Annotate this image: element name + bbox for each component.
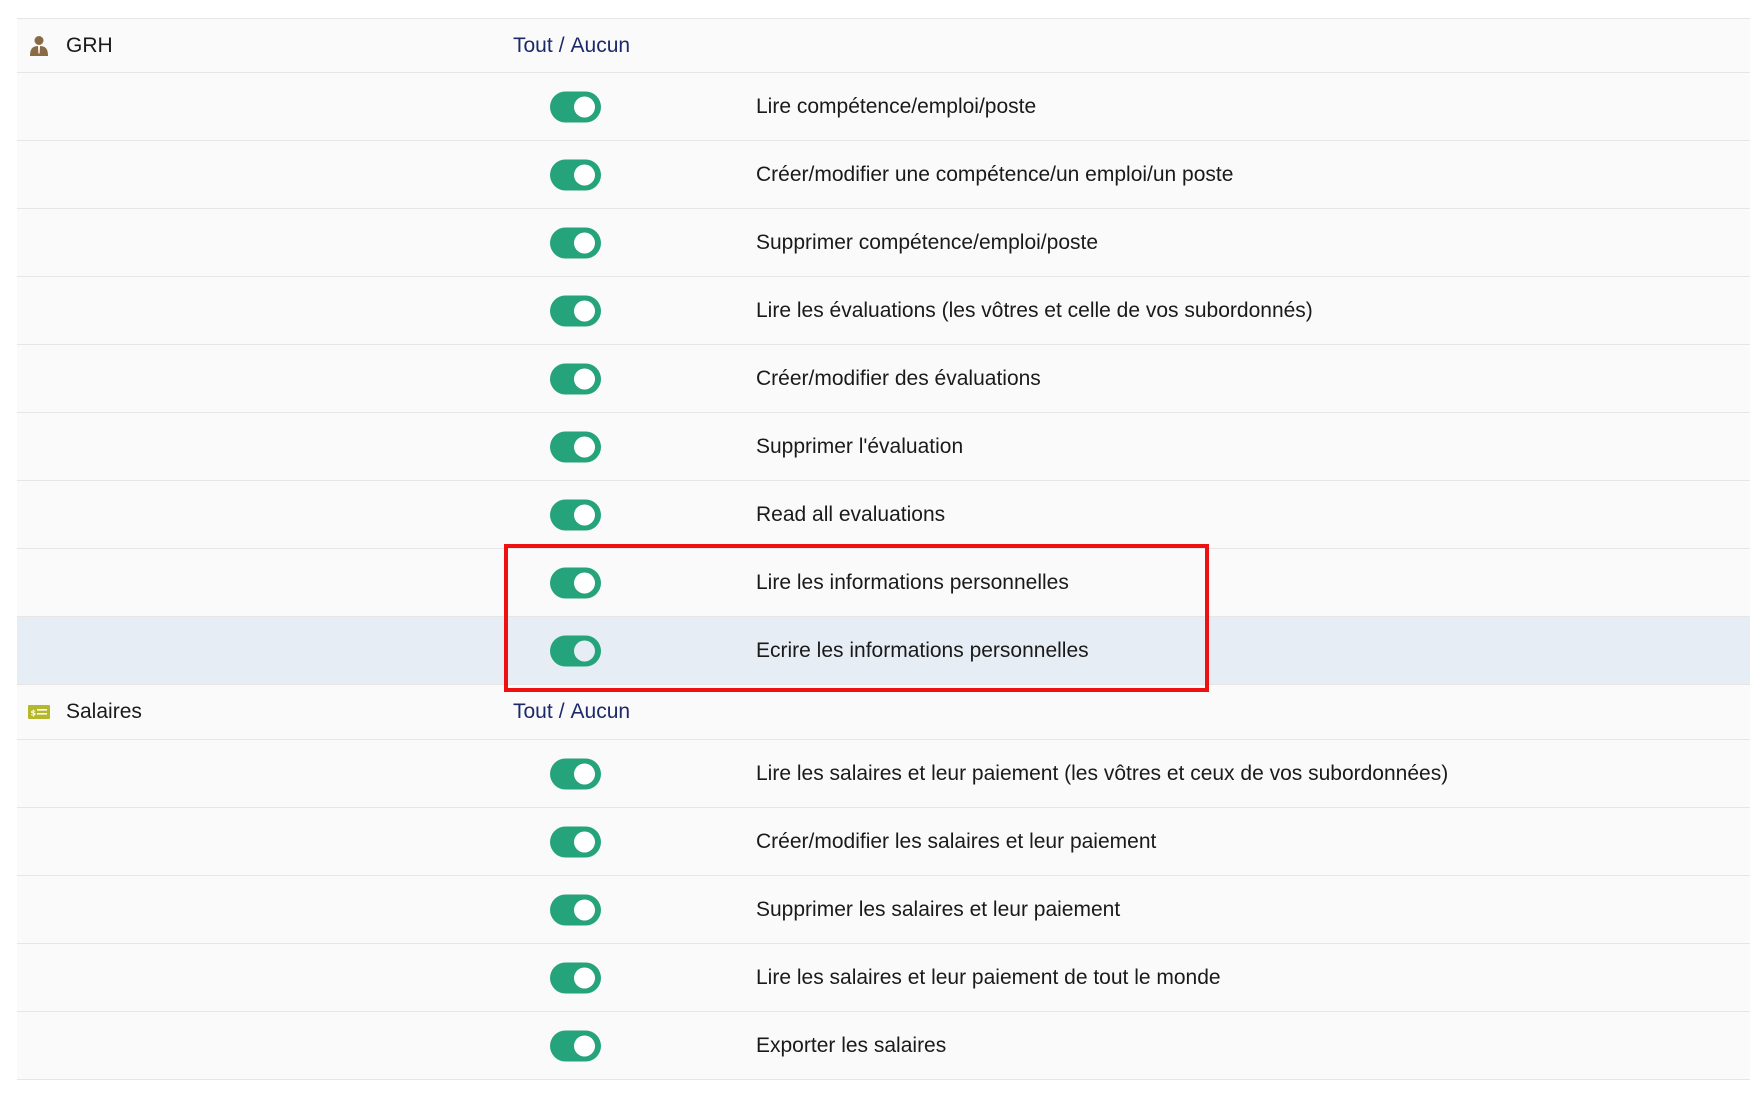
permission-label: Lire compétence/emploi/poste [756, 94, 1037, 118]
permission-row: Créer/modifier une compétence/un emploi/… [17, 141, 1750, 209]
section-name: GRH [66, 33, 113, 57]
toggle-knob [574, 763, 595, 784]
permission-label: Ecrire les informations personnelles [756, 638, 1089, 662]
select-none-link[interactable]: Aucun [571, 700, 631, 724]
permission-row: Lire les salaires et leur paiement de to… [17, 944, 1750, 1012]
toggle-knob [574, 967, 595, 988]
permission-row: Créer/modifier les salaires et leur paie… [17, 808, 1750, 876]
permission-label: Créer/modifier des évaluations [756, 366, 1041, 390]
permission-toggle[interactable] [550, 363, 601, 394]
select-all-link[interactable]: Tout [513, 700, 553, 724]
permission-label: Read all evaluations [756, 502, 946, 526]
toggle-knob [574, 640, 595, 661]
toggle-knob [574, 504, 595, 525]
permission-row: Exporter les salaires [17, 1012, 1750, 1080]
permission-toggle[interactable] [550, 962, 601, 993]
toggle-knob [574, 572, 595, 593]
permissions-table: GRH Tout / Aucun Lire compétence/emploi/… [17, 18, 1750, 1080]
permission-toggle[interactable] [550, 1030, 601, 1061]
permission-label: Lire les évaluations (les vôtres et cell… [756, 298, 1313, 322]
permission-toggle[interactable] [550, 826, 601, 857]
permission-toggle[interactable] [550, 635, 601, 666]
toggle-knob [574, 232, 595, 253]
section-header-salaires: $ Salaires Tout / Aucun [17, 685, 1750, 740]
permission-row: Supprimer compétence/emploi/poste [17, 209, 1750, 277]
permission-label: Créer/modifier les salaires et leur paie… [756, 829, 1157, 853]
permission-label: Lire les salaires et leur paiement de to… [756, 965, 1221, 989]
toggle-knob [574, 368, 595, 389]
toggle-knob [574, 96, 595, 117]
permission-toggle[interactable] [550, 499, 601, 530]
permission-row-hovered: Ecrire les informations personnelles [17, 617, 1750, 685]
permission-row: Read all evaluations [17, 481, 1750, 549]
permission-toggle[interactable] [550, 91, 601, 122]
permission-row: Créer/modifier des évaluations [17, 345, 1750, 413]
permission-label: Supprimer les salaires et leur paiement [756, 897, 1121, 921]
permission-toggle[interactable] [550, 227, 601, 258]
link-separator: / [558, 33, 565, 57]
section-name: Salaires [66, 700, 142, 723]
person-icon [28, 35, 50, 57]
permission-toggle[interactable] [550, 567, 601, 598]
section-header-grh: GRH Tout / Aucun [17, 18, 1750, 73]
permission-toggle[interactable] [550, 758, 601, 789]
permission-label: Lire les salaires et leur paiement (les … [756, 761, 1449, 785]
toggle-knob [574, 899, 595, 920]
permission-row: Lire compétence/emploi/poste [17, 73, 1750, 141]
permission-label: Supprimer compétence/emploi/poste [756, 230, 1099, 254]
salary-bill-icon: $ [28, 701, 50, 723]
toggle-knob [574, 300, 595, 321]
svg-text:$: $ [31, 709, 37, 718]
permission-label: Supprimer l'évaluation [756, 434, 964, 458]
toggle-knob [574, 164, 595, 185]
permission-label: Lire les informations personnelles [756, 570, 1069, 594]
link-separator: / [558, 700, 565, 723]
permission-toggle[interactable] [550, 159, 601, 190]
permission-label: Créer/modifier une compétence/un emploi/… [756, 162, 1234, 186]
permission-toggle[interactable] [550, 431, 601, 462]
section-title-grh: GRH [28, 19, 113, 72]
permission-row: Lire les évaluations (les vôtres et cell… [17, 277, 1750, 345]
select-all-none: Tout / Aucun [513, 19, 630, 72]
select-all-link[interactable]: Tout [513, 34, 553, 58]
toggle-knob [574, 1035, 595, 1056]
permission-row: Supprimer l'évaluation [17, 413, 1750, 481]
section-title-salaires: $ Salaires [28, 685, 142, 739]
select-all-none: Tout / Aucun [513, 685, 630, 739]
permission-toggle[interactable] [550, 295, 601, 326]
permission-row: Supprimer les salaires et leur paiement [17, 876, 1750, 944]
permission-row: Lire les salaires et leur paiement (les … [17, 740, 1750, 808]
permission-label: Exporter les salaires [756, 1033, 947, 1057]
toggle-knob [574, 831, 595, 852]
permission-row: Lire les informations personnelles [17, 549, 1750, 617]
permission-toggle[interactable] [550, 894, 601, 925]
toggle-knob [574, 436, 595, 457]
select-none-link[interactable]: Aucun [571, 34, 631, 58]
